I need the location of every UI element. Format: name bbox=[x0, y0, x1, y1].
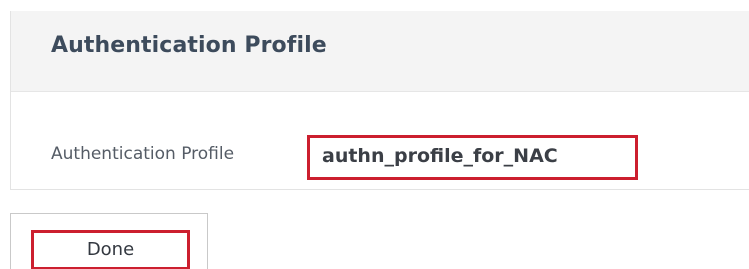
authentication-profile-label: Authentication Profile bbox=[51, 144, 235, 164]
panel-header: Authentication Profile bbox=[11, 11, 749, 92]
authentication-profile-value[interactable]: authn_profile_for_NAC bbox=[307, 135, 638, 180]
done-button-label: Done bbox=[31, 230, 190, 269]
panel-title: Authentication Profile bbox=[51, 33, 327, 58]
authentication-profile-panel: Authentication Profile Authentication Pr… bbox=[10, 11, 749, 190]
done-button[interactable]: Done bbox=[10, 213, 208, 269]
page: Authentication Profile Authentication Pr… bbox=[0, 0, 749, 269]
